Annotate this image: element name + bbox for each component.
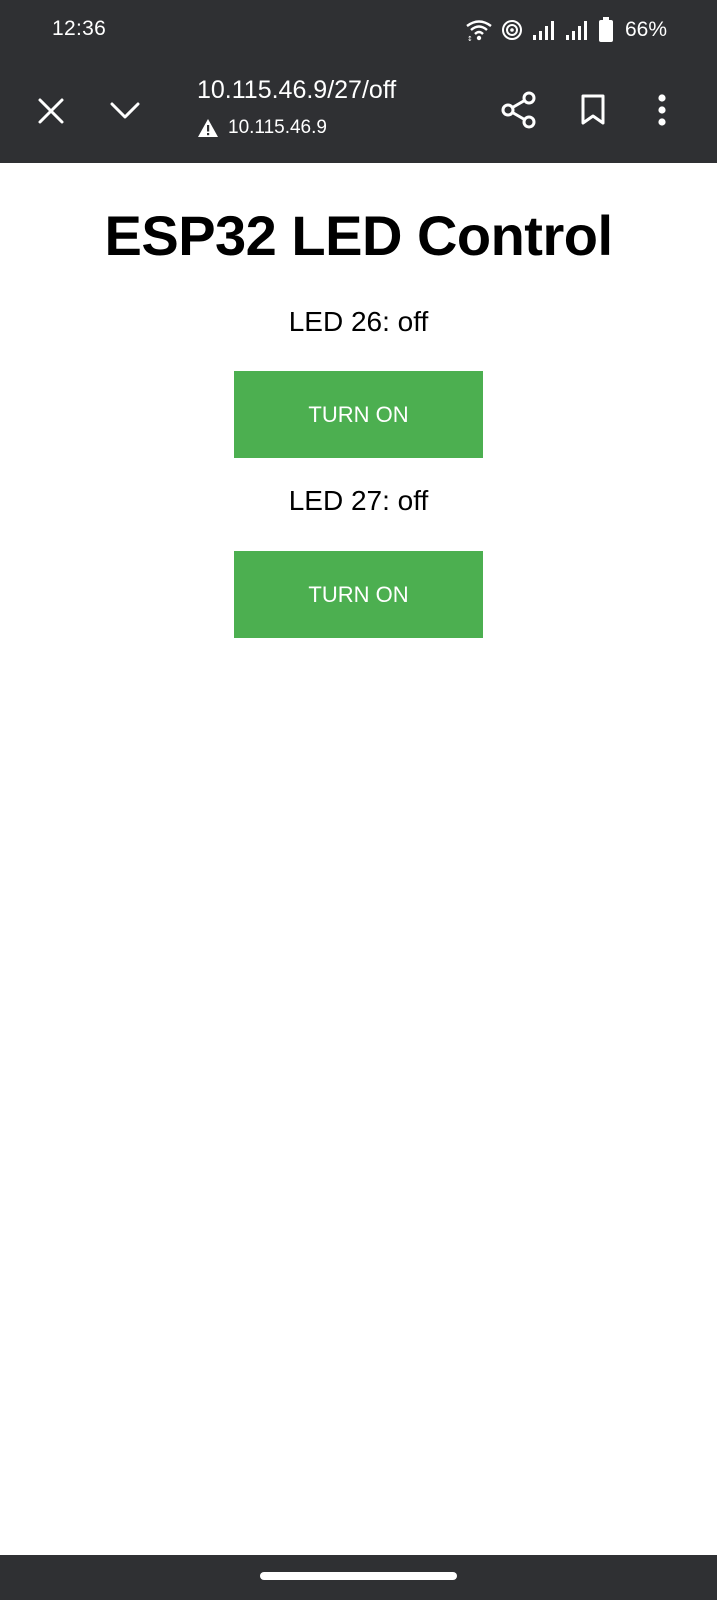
status-icons: ↕ 66% [466,16,667,44]
led-26-turn-on-button[interactable]: TURN ON [234,371,483,458]
battery-percent: 66% [624,18,667,41]
signal-icon [565,19,589,41]
minimize-button[interactable] [104,90,146,132]
home-gesture-handle[interactable] [260,1572,457,1580]
web-page: ESP32 LED Control LED 26: off TURN ON LE… [0,163,717,1555]
page-title: ESP32 LED Control [104,204,613,267]
close-icon [38,98,64,124]
bookmark-icon [581,94,605,125]
url-title: 10.115.46.9/27/off [197,76,397,104]
led-27-turn-on-button[interactable]: TURN ON [234,551,483,638]
more-options-button[interactable] [648,88,676,132]
url-host-row: 10.115.46.9 [197,117,467,139]
share-icon [501,91,536,129]
more-vert-icon [658,94,666,126]
battery-icon [598,17,614,43]
led-27-status: LED 27: off [288,485,429,516]
svg-text:↕: ↕ [467,35,473,41]
url-block[interactable]: 10.115.46.9/27/off 10.115.46.9 [197,76,467,139]
close-button[interactable] [30,90,72,132]
wifi-icon: ↕ [466,19,492,41]
browser-chrome: 12:36 ↕ 66% 10.115.46.9/27/off 10.115.46… [0,0,717,163]
signal-icon [532,19,556,41]
bookmark-button[interactable] [574,88,612,132]
navigation-bar [0,1555,717,1600]
url-host: 10.115.46.9 [228,117,327,138]
chevron-down-icon [110,102,140,119]
hotspot-icon [501,19,523,41]
status-time: 12:36 [52,17,107,40]
led-26-status: LED 26: off [288,306,429,337]
share-button[interactable] [497,88,541,132]
warning-icon [198,119,218,137]
